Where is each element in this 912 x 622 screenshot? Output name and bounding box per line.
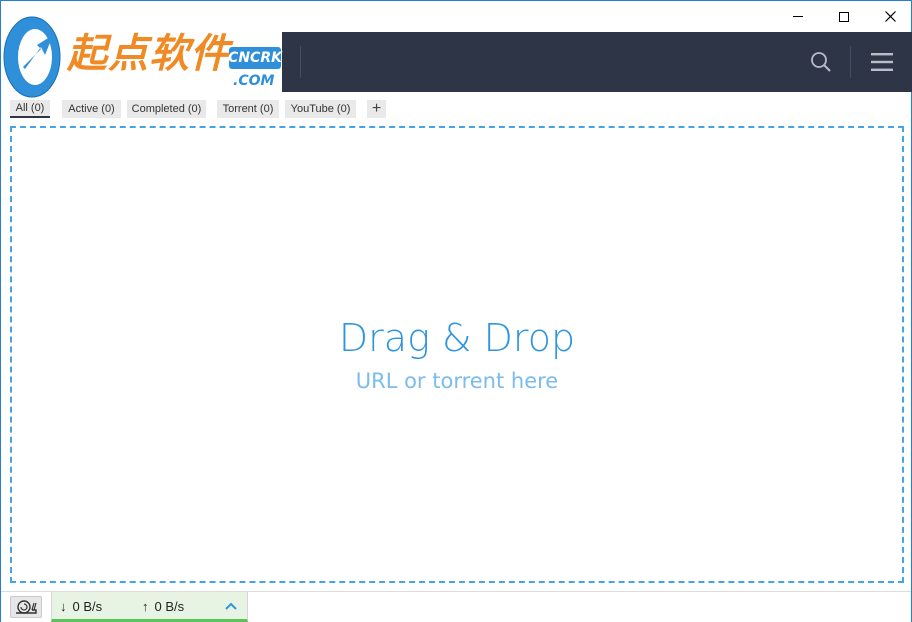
search-icon (811, 52, 831, 72)
plus-icon: + (371, 100, 382, 117)
app-window: 起点软件 CNCRK .COM All (0) Active (0) Compl… (0, 0, 912, 622)
tab-completed[interactable]: Completed (0) (127, 100, 206, 118)
download-speed: ↓ 0 B/s (60, 599, 102, 614)
header-divider (850, 46, 851, 78)
speed-limiter-button[interactable] (10, 596, 42, 618)
upload-arrow-icon: ↑ (142, 599, 149, 614)
maximize-button[interactable] (821, 1, 867, 32)
logo-domain: .COM (233, 73, 275, 89)
tab-all[interactable]: All (0) (10, 100, 50, 118)
close-button[interactable] (867, 1, 912, 32)
minimize-icon (793, 16, 803, 17)
tab-youtube[interactable]: YouTube (0) (285, 100, 356, 118)
drop-zone-title: Drag & Drop (338, 316, 576, 360)
watermark-logo: 起点软件 CNCRK .COM (1, 7, 283, 101)
add-tab-button[interactable]: + (367, 100, 386, 118)
drop-zone-subtitle: URL or torrent here (355, 369, 559, 393)
upload-speed-value: 0 B/s (154, 599, 185, 614)
drop-zone[interactable]: Drag & Drop URL or torrent here (10, 126, 904, 583)
main-menu-button[interactable] (866, 48, 898, 76)
app-header (282, 32, 912, 92)
upload-speed: ↑ 0 B/s (142, 599, 184, 614)
minimize-button[interactable] (775, 1, 821, 32)
logo-emblem (3, 16, 61, 98)
chevron-up-icon (225, 602, 237, 610)
logo-text: 起点软件 (67, 31, 231, 77)
download-speed-value: 0 B/s (72, 599, 103, 614)
maximize-icon (839, 11, 849, 22)
tab-active[interactable]: Active (0) (62, 100, 121, 118)
download-arrow-icon: ↓ (60, 599, 67, 614)
expand-panel-button[interactable] (222, 598, 240, 614)
snail-icon (16, 600, 37, 614)
tab-torrent[interactable]: Torrent (0) (217, 100, 279, 118)
close-icon (884, 11, 896, 22)
status-bar: ↓ 0 B/s ↑ 0 B/s (1, 591, 911, 622)
speed-panel[interactable]: ↓ 0 B/s ↑ 0 B/s (51, 592, 248, 622)
hamburger-menu-icon (871, 53, 893, 71)
header-divider (300, 46, 301, 78)
logo-badge: CNCRK (228, 47, 282, 69)
search-button[interactable] (806, 48, 836, 76)
